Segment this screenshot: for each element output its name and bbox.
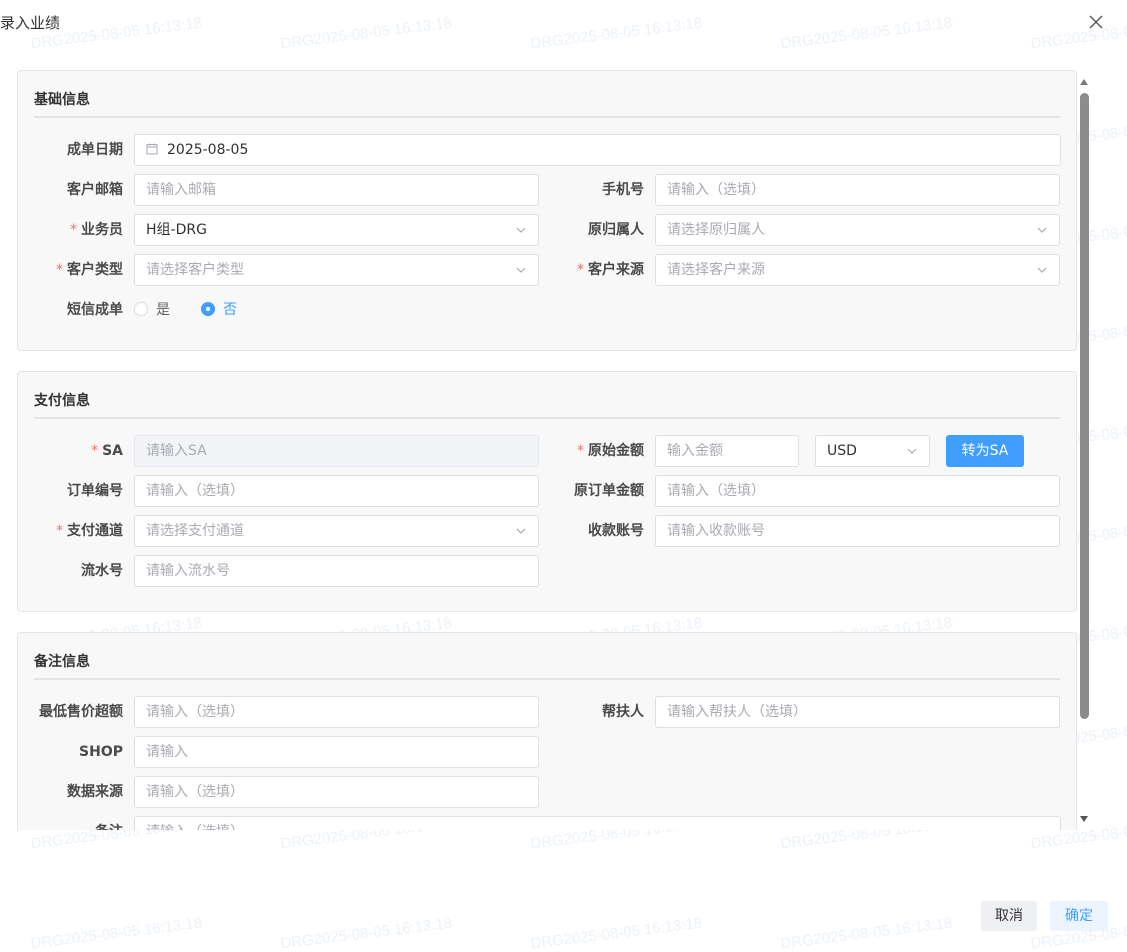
email-input[interactable]: 请输入邮箱	[134, 174, 539, 206]
original-owner-select[interactable]: 请选择原归属人	[655, 214, 1060, 246]
customer-source-label: * 客户来源	[577, 262, 644, 278]
customer-type-select[interactable]: 请选择客户类型	[134, 254, 539, 286]
receiving-account-label: 收款账号	[588, 523, 644, 539]
radio-dot	[201, 301, 215, 316]
pay-channel-select[interactable]: 请选择支付通道	[134, 515, 539, 547]
order-date-label: 成单日期	[67, 142, 123, 158]
close-icon[interactable]	[1087, 13, 1105, 31]
sms-order-label: 短信成单	[67, 302, 123, 318]
original-order-amount-label: 原订单金额	[574, 483, 644, 499]
vertical-scrollbar[interactable]	[1078, 76, 1090, 822]
radio-dot	[134, 301, 148, 316]
receiving-account-input[interactable]: 请输入收款账号	[655, 515, 1060, 547]
order-no-label: 订单编号	[67, 483, 123, 499]
watermark-text: DRG2025-08-05 16:13:18	[529, 14, 704, 53]
watermark-text: DRG2025-08-05 16:13:18	[1029, 15, 1127, 53]
section-title: 基础信息	[34, 92, 90, 108]
phone-input[interactable]: 请输入（选填）	[655, 174, 1060, 206]
sa-input: 请输入SA	[134, 435, 539, 467]
chevron-down-icon	[1037, 227, 1047, 233]
min-price-excess-label: 最低售价超额	[39, 704, 123, 720]
data-source-input[interactable]: 请输入（选填）	[134, 776, 539, 808]
chevron-down-icon	[516, 528, 526, 534]
convert-to-sa-button[interactable]: 转为SA	[946, 435, 1024, 467]
sms-order-radio-yes[interactable]: 是	[134, 294, 170, 326]
watermark-text: DRG2025-08-05 16:13:18	[279, 914, 454, 952]
data-source-label: 数据来源	[67, 784, 123, 800]
original-amount-label: * 原始金额	[577, 443, 644, 459]
section-divider	[34, 116, 1060, 118]
currency-select[interactable]: USD	[815, 435, 930, 467]
section-title: 备注信息	[34, 654, 90, 670]
serial-no-input[interactable]: 请输入流水号	[134, 555, 539, 587]
pay-channel-label: * 支付通道	[56, 523, 123, 539]
scroll-up-arrow-icon[interactable]	[1080, 79, 1088, 85]
remark-info-section: 备注信息 最低售价超额 请输入（选填） 帮扶人 请输入帮扶人（选填） SHOP …	[17, 632, 1077, 830]
serial-no-label: 流水号	[81, 563, 123, 579]
customer-type-label: * 客户类型	[56, 262, 123, 278]
note-textarea[interactable]: 请输入（选填）	[134, 816, 1061, 830]
customer-source-select[interactable]: 请选择客户来源	[655, 254, 1060, 286]
min-price-excess-input[interactable]: 请输入（选填）	[134, 696, 539, 728]
original-owner-label: 原归属人	[588, 222, 644, 238]
order-no-input[interactable]: 请输入（选填）	[134, 475, 539, 507]
order-date-picker[interactable]: 2025-08-05	[134, 134, 1061, 166]
chevron-down-icon	[1037, 267, 1047, 273]
salesperson-select[interactable]: H组-DRG	[134, 214, 539, 246]
salesperson-label: * 业务员	[70, 222, 123, 238]
watermark-text: DRG2025-08-05 16:13:18	[779, 914, 954, 952]
watermark-text: DRG2025-08-05 16:13:18	[529, 914, 704, 952]
watermark-text: DRG2025-08-05 16:13:18	[779, 14, 954, 53]
email-label: 客户邮箱	[67, 182, 123, 198]
sa-label: * SA	[91, 443, 123, 459]
watermark-text: DRG2025-08-05 16:13:18	[29, 914, 204, 952]
section-title: 支付信息	[34, 393, 90, 409]
helper-input[interactable]: 请输入帮扶人（选填）	[655, 696, 1060, 728]
chevron-down-icon	[516, 267, 526, 273]
scroll-thumb[interactable]	[1080, 93, 1089, 719]
calendar-icon	[146, 143, 158, 154]
original-amount-input[interactable]: 输入金额	[655, 435, 799, 467]
scroll-down-arrow-icon[interactable]	[1080, 816, 1088, 822]
chevron-down-icon	[516, 227, 526, 233]
helper-label: 帮扶人	[602, 704, 644, 720]
basic-info-section: 基础信息 成单日期 2025-08-05 客户邮箱 请输入邮箱 手机号 请输入（…	[17, 70, 1077, 351]
note-label: 备注	[18, 816, 123, 830]
original-order-amount-input[interactable]: 请输入（选填）	[655, 475, 1060, 507]
section-divider	[34, 417, 1060, 419]
chevron-down-icon	[907, 448, 917, 454]
phone-label: 手机号	[602, 182, 644, 198]
confirm-button[interactable]: 确定	[1050, 901, 1108, 931]
dialog-title: 录入业绩	[0, 14, 61, 32]
watermark-text: DRG2025-08-05 16:13:18	[279, 14, 454, 53]
shop-label: SHOP	[79, 744, 123, 760]
section-divider	[34, 678, 1060, 680]
sms-order-radio-no[interactable]: 否	[201, 294, 237, 326]
payment-info-section: 支付信息 * SA 请输入SA * 原始金额 输入金额 USD 转为SA 订单编号 …	[17, 371, 1077, 612]
cancel-button[interactable]: 取消	[981, 901, 1037, 931]
shop-input[interactable]: 请输入	[134, 736, 539, 768]
form-scroll-area[interactable]: 基础信息 成单日期 2025-08-05 客户邮箱 请输入邮箱 手机号 请输入（…	[17, 70, 1078, 830]
